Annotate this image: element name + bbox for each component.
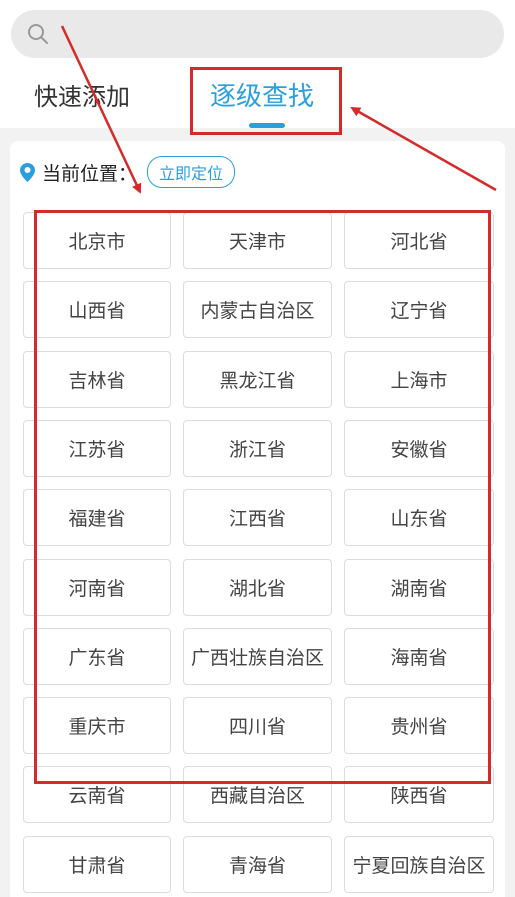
province-item[interactable]: 青海省 bbox=[183, 836, 332, 893]
annotation-box-tab bbox=[190, 67, 342, 135]
province-item[interactable]: 宁夏回族自治区 bbox=[344, 836, 494, 893]
annotation-box-grid bbox=[34, 210, 491, 784]
screen: 快速添加 逐级查找 当前位置： 立即定位 北京市 天津市 河北省 山西省 内蒙古自治区辽… bbox=[0, 0, 515, 897]
province-item[interactable]: 甘肃省 bbox=[23, 836, 171, 893]
